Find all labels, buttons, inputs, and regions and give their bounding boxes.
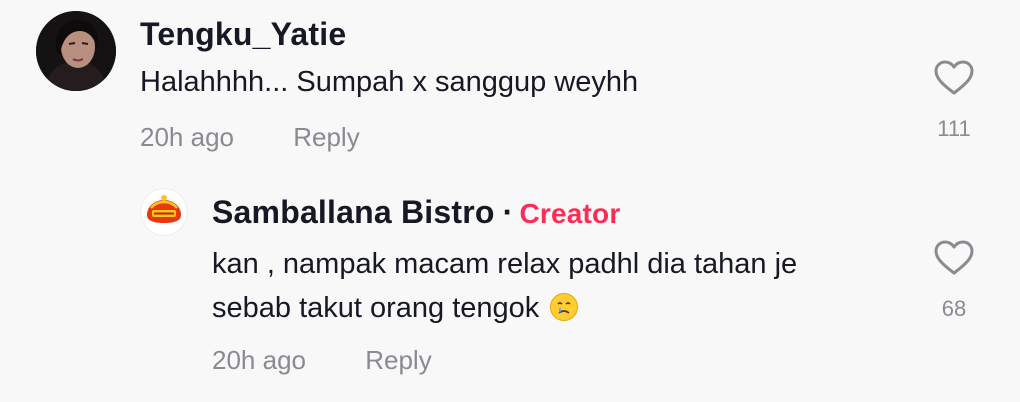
samballana-logo-icon [141,189,187,235]
like-button[interactable]: 111 [924,60,984,142]
comment-timestamp: 20h ago [140,122,234,152]
reply-text: kan , nampak macam relax padhl dia tahan… [212,242,797,330]
reply-meta: 20h ago Reply [212,345,432,376]
like-count: 111 [937,116,971,141]
reply-text-line-content: sebab takut orang tengok [212,292,540,324]
avatar[interactable] [36,11,116,91]
reply-username[interactable]: Samballana Bistro [212,194,495,230]
comment-username[interactable]: Tengku_Yatie [140,16,346,53]
reply-button[interactable]: Reply [293,122,359,152]
creator-badge: Creator [519,198,621,229]
avatar-photo [36,11,116,91]
avatar[interactable] [140,188,188,236]
comment-text: Halahhhh... Sumpah x sanggup weyhh [140,66,639,98]
heart-outline-icon [934,240,974,275]
like-button[interactable]: 68 [924,240,984,322]
reply-button[interactable]: Reply [365,345,431,375]
reply-text-line: kan , nampak macam relax padhl dia tahan… [212,248,798,280]
like-count: 68 [941,296,967,321]
reply-text-line: sebab takut orang tengok [212,286,797,330]
crying-face-emoji-icon [550,293,579,321]
reply-username-row: Samballana Bistro · Creator [212,194,620,231]
reply-timestamp: 20h ago [212,345,306,375]
comment-meta: 20h ago Reply [140,122,360,153]
heart-outline-icon [934,60,974,95]
separator-dot: · [502,194,514,230]
